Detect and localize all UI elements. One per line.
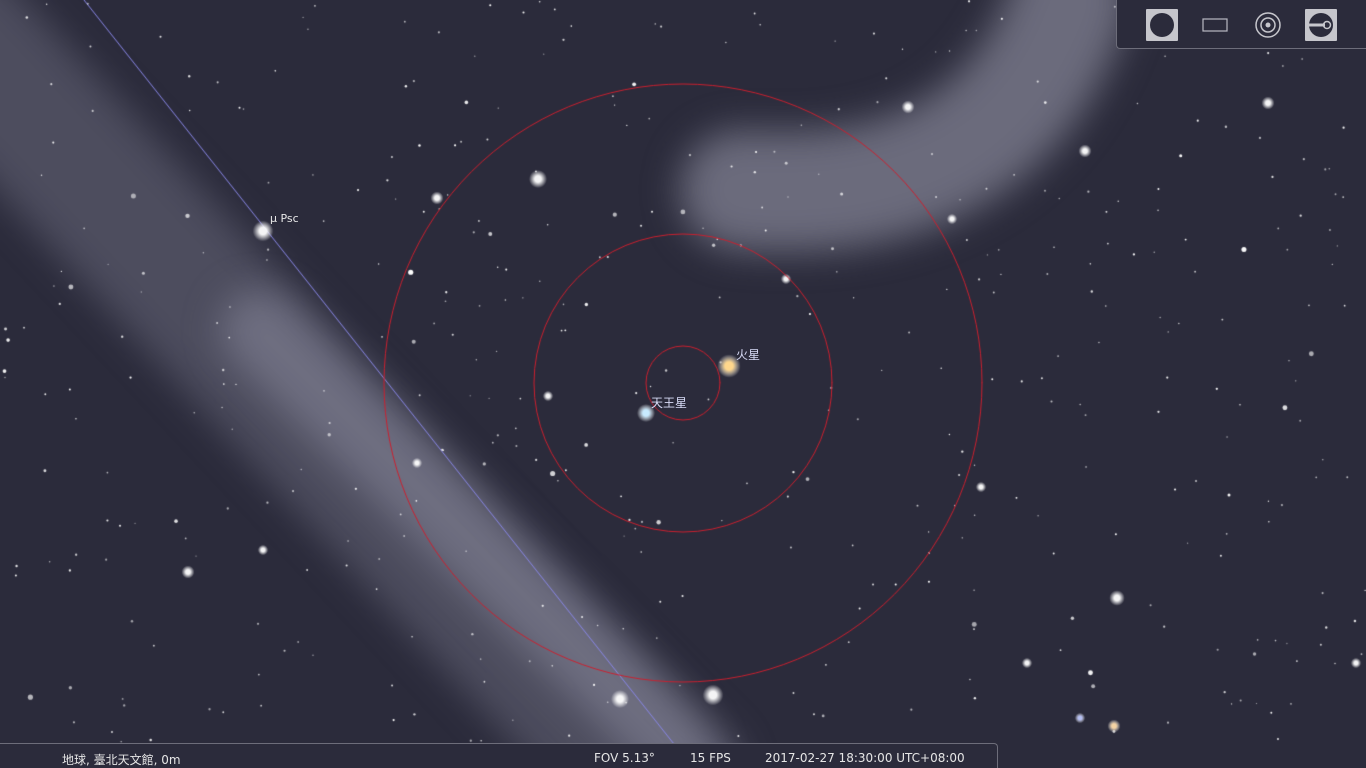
ocular-settings-icon bbox=[1305, 9, 1337, 41]
ocular-button[interactable] bbox=[1146, 9, 1178, 41]
fov-text: FOV 5.13° bbox=[594, 751, 655, 765]
sensor-frame-button[interactable] bbox=[1199, 9, 1231, 41]
mars-label[interactable]: 火星 bbox=[736, 346, 760, 363]
ocular-icon bbox=[1146, 9, 1178, 41]
datetime-text[interactable]: 2017-02-27 18:30:00 UTC+08:00 bbox=[765, 751, 965, 765]
ocular-toolbar bbox=[1116, 0, 1366, 49]
sky-view[interactable] bbox=[0, 0, 1366, 768]
telrad-button[interactable] bbox=[1252, 9, 1284, 41]
ocular-settings-button[interactable] bbox=[1305, 9, 1337, 41]
telrad-icon bbox=[1255, 12, 1281, 38]
sensor-frame-icon bbox=[1202, 18, 1228, 32]
status-bar: 地球, 臺北天文館, 0m FOV 5.13° 15 FPS 2017-02-2… bbox=[0, 743, 998, 768]
fps-text: 15 FPS bbox=[690, 751, 731, 765]
uranus-label[interactable]: 天王星 bbox=[651, 394, 687, 411]
mu-psc-label[interactable]: μ Psc bbox=[270, 212, 299, 225]
location-text[interactable]: 地球, 臺北天文館, 0m bbox=[62, 751, 181, 768]
